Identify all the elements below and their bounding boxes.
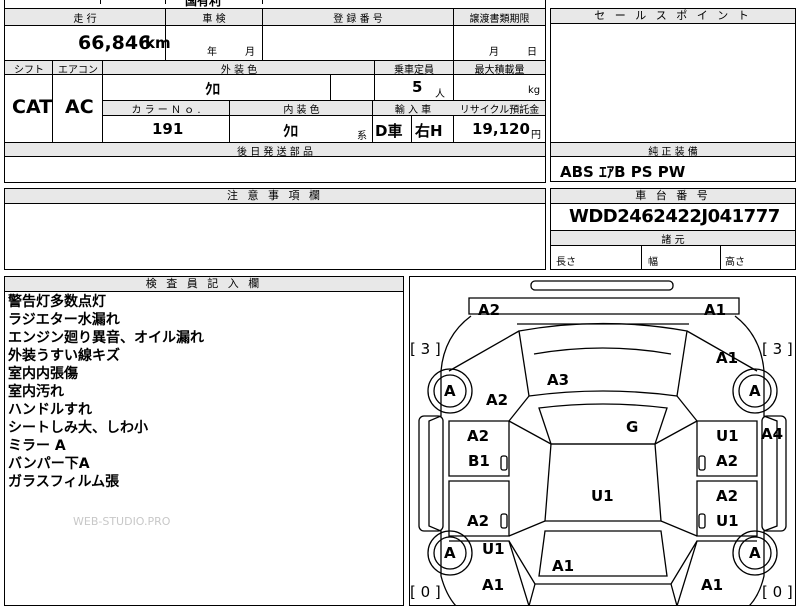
dimensions-label: 諸 元	[661, 235, 685, 246]
interior-color-label: 内 装 色	[283, 105, 320, 116]
transfer-day-unit: 日	[527, 47, 537, 58]
standard-equipment-value: ABS ｴｱB PS PW	[560, 163, 686, 181]
shift-value: CAT	[12, 96, 53, 118]
inspection-month-unit: 月	[245, 47, 255, 58]
exterior-color-value: ｸﾛ	[205, 80, 221, 98]
dimensions-height: 高さ	[725, 257, 745, 268]
mark-front-left-bumper: A2	[478, 301, 501, 319]
inspector-notes-label: 検 査 員 記 入 欄	[5, 277, 403, 292]
note-line: ガラスフィルム張	[8, 474, 120, 490]
hood	[518, 322, 688, 397]
note-line: ラジエター水漏れ	[8, 312, 120, 328]
import-value-1: D車	[375, 122, 403, 140]
interior-color-value: ｸﾛ	[283, 122, 299, 140]
interior-color-suffix: 系	[357, 131, 367, 142]
mark-front-right-bumper: A1	[704, 301, 727, 319]
mark-rear-left-tire: A	[444, 544, 456, 562]
registration-label: 登 録 番 号	[333, 14, 383, 25]
note-line: エンジン廻り異音、オイル漏れ	[8, 330, 204, 346]
note-line: バンパー下A	[8, 456, 90, 472]
mark-right-window-score: [ 3 ]	[762, 340, 793, 358]
transfer-deadline-label: 譲渡書類期限	[469, 14, 530, 25]
left-skirt	[418, 415, 444, 532]
import-label: 輸 入 車	[394, 105, 432, 116]
inspection-year-unit: 年	[207, 47, 217, 58]
mileage-unit: km	[145, 34, 171, 52]
mark-rear-right-tire: A	[749, 544, 761, 562]
mark-front-left-tire: A	[444, 382, 456, 400]
import-value-2: 右H	[415, 122, 443, 140]
chassis-number-label: 車 台 番 号	[551, 189, 795, 204]
mark-rear-left-score: [ 0 ]	[410, 583, 441, 601]
notes-section-label: 注 意 事 項 欄	[5, 189, 545, 204]
mark-left-rear-door: A2	[467, 512, 490, 530]
mileage-value: 66,846	[78, 32, 152, 54]
mark-right-front-door: U1	[716, 427, 739, 445]
top-fragment-right: ...	[330, 0, 340, 1]
sales-point-label: セ ー ル ス ポ イ ン ト	[551, 9, 795, 24]
mark-hood: A3	[547, 371, 570, 389]
inspector-notes-list: 警告灯多数点灯 ラジエター水漏れ エンジン廻り異音、オイル漏れ 外装うすい線キズ…	[8, 293, 398, 491]
body-left-outline	[428, 315, 472, 606]
chassis-number-value: WDD2462422J041777	[569, 206, 780, 227]
mark-rear-center: A1	[552, 557, 575, 575]
mark-left-front-door-2: B1	[468, 452, 490, 470]
aircon-value: AC	[65, 96, 94, 118]
mark-right-side: A4	[761, 425, 784, 443]
front-bumper-top	[530, 280, 674, 291]
windshield	[538, 403, 668, 445]
color-no-label: カ ラ ー Ｎ ｏ .	[131, 105, 201, 116]
note-line: ハンドルすれ	[8, 402, 92, 418]
max-load-unit: kg	[528, 85, 541, 96]
mark-right-front-door-2: A2	[716, 452, 739, 470]
dimensions-length: 長さ	[556, 257, 576, 268]
note-line: ミラー A	[8, 438, 66, 454]
mark-front-right-tire: A	[749, 382, 761, 400]
mark-rear-right-score: [ 0 ]	[762, 583, 793, 601]
color-no-value: 191	[152, 120, 184, 138]
mileage-label: 走 行	[73, 14, 97, 25]
inspection-label: 車 検	[202, 14, 226, 25]
recycle-fee-label: リサイクル預託金	[459, 105, 540, 116]
capacity-unit: 人	[435, 89, 445, 100]
note-line: 室内汚れ	[8, 384, 64, 400]
mark-left-window-score: [ 3 ]	[410, 340, 441, 358]
mark-right-front-fender: A1	[716, 349, 739, 367]
mark-right-rear-door: A2	[716, 487, 739, 505]
note-line: 警告灯多数点灯	[8, 294, 106, 310]
roof	[544, 443, 662, 522]
mark-rear-right-bumper: A1	[701, 576, 724, 594]
mark-left-front-door: A2	[467, 427, 490, 445]
transfer-month-unit: 月	[489, 47, 499, 58]
note-line: 外装うすい線キズ	[8, 348, 120, 364]
recycle-fee-unit: 円	[531, 130, 541, 141]
mark-trunk-area: U1	[591, 487, 614, 505]
mark-roof: G	[626, 418, 639, 436]
mark-left-rear-quarter: U1	[482, 540, 505, 558]
note-line: 室内内張傷	[8, 366, 78, 382]
mark-left-front-fender: A2	[486, 391, 509, 409]
mark-right-rear-door-2: U1	[716, 512, 739, 530]
capacity-value: 5	[412, 78, 423, 96]
mark-rear-left-bumper: A1	[482, 576, 505, 594]
note-line: シートしみ大、しわ小	[8, 420, 148, 436]
trunk	[528, 583, 678, 606]
recycle-fee-value: 19,120	[472, 120, 530, 138]
front-bumper	[468, 297, 740, 315]
dimensions-width: 幅	[648, 257, 658, 268]
watermark: WEB-STUDIO.PRO	[73, 515, 171, 528]
body-right-outline	[734, 315, 778, 606]
